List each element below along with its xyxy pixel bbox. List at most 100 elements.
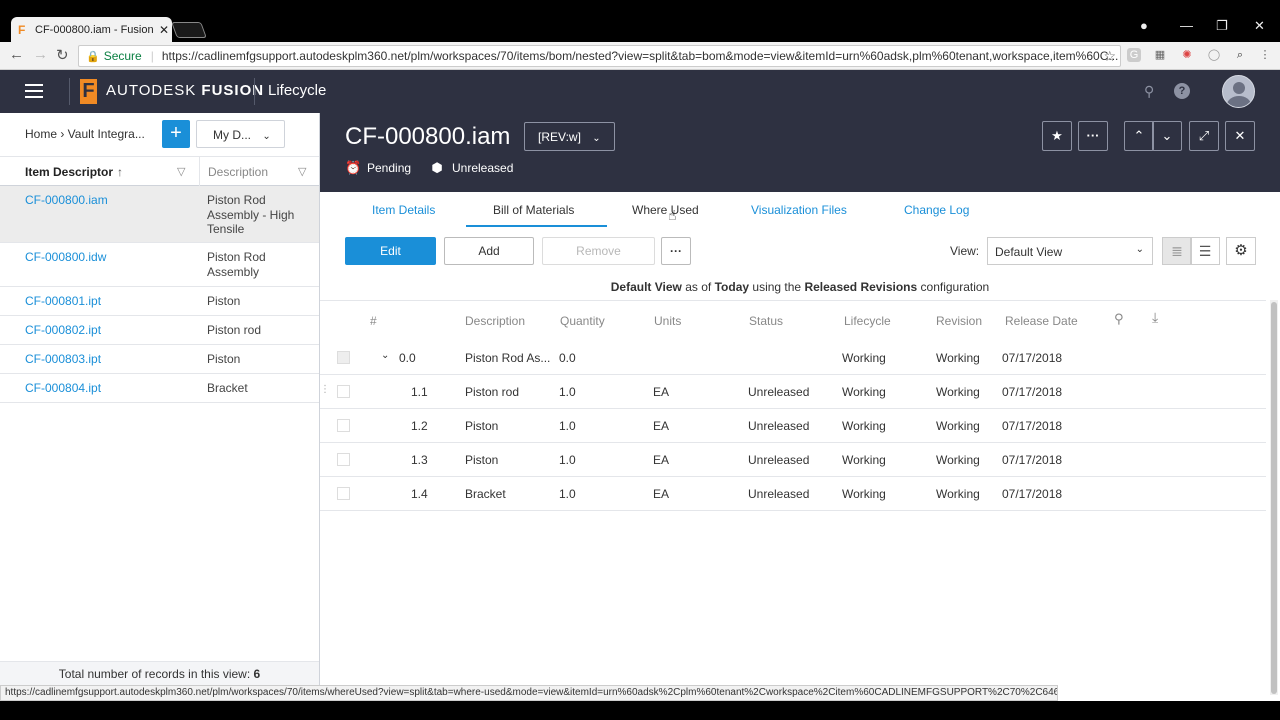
- breadcrumb[interactable]: Home › Vault Integra...: [25, 127, 145, 141]
- column-description[interactable]: Description: [208, 165, 268, 179]
- address-bar[interactable]: 🔒 Secure | https://cadlinemfgsupport.aut…: [78, 45, 1121, 67]
- collapse-chevron-icon[interactable]: ⌄: [381, 350, 389, 361]
- next-item-icon[interactable]: ⌄: [1152, 121, 1182, 151]
- column-release-date[interactable]: Release Date: [1005, 314, 1078, 328]
- bom-release-date: 07/17/2018: [1002, 487, 1063, 501]
- new-tab-button[interactable]: [171, 22, 207, 38]
- gear-icon[interactable]: ⚙: [1226, 237, 1256, 265]
- browser-menu-icon[interactable]: ⋮: [1258, 48, 1272, 62]
- tab-bill-of-materials[interactable]: Bill of Materials: [493, 203, 574, 217]
- row-checkbox[interactable]: [337, 385, 350, 398]
- column-revision[interactable]: Revision: [936, 314, 982, 328]
- list-item[interactable]: CF-000803.ipt Piston: [0, 345, 319, 374]
- grid-scrollbar-thumb[interactable]: [1271, 302, 1277, 694]
- search-icon[interactable]: ⚲: [1144, 83, 1154, 100]
- chevron-down-icon: ⌄: [262, 131, 271, 142]
- restore-icon[interactable]: ❐: [1216, 18, 1228, 34]
- bom-status: Unreleased: [748, 385, 810, 399]
- pin-icon[interactable]: ⚲: [1114, 311, 1124, 327]
- back-icon[interactable]: ←: [9, 46, 24, 63]
- list-item[interactable]: CF-000800.iam Piston Rod Assembly - High…: [0, 186, 319, 243]
- table-row[interactable]: 1.4 Bracket 1.0 EA Unreleased Working Wo…: [320, 477, 1266, 511]
- tab-item-details[interactable]: Item Details: [372, 203, 435, 217]
- bookmark-star-icon[interactable]: ☆: [1103, 48, 1116, 65]
- item-descriptor-link[interactable]: CF-000800.idw: [25, 250, 106, 264]
- revision-dropdown[interactable]: [REV:w] ⌄: [524, 122, 615, 151]
- column-description[interactable]: Description: [465, 314, 525, 328]
- list-item[interactable]: CF-000804.ipt Bracket: [0, 374, 319, 403]
- forward-icon[interactable]: →: [33, 46, 48, 63]
- brand-prefix: AUTODESK: [106, 82, 197, 99]
- list-item[interactable]: CF-000802.ipt Piston rod: [0, 316, 319, 345]
- add-item-button[interactable]: +: [162, 120, 190, 148]
- edit-button[interactable]: Edit: [345, 237, 436, 265]
- table-row[interactable]: 1.2 Piston 1.0 EA Unreleased Working Wor…: [320, 409, 1266, 443]
- extension-g-icon[interactable]: G: [1127, 48, 1141, 62]
- record-count-label: Total number of records in this view:: [58, 667, 251, 681]
- item-description: Piston rod: [207, 323, 262, 337]
- drag-handle-icon[interactable]: ⋮: [320, 384, 330, 395]
- grid-scrollbar[interactable]: [1270, 300, 1278, 695]
- tab-visualization-files[interactable]: Visualization Files: [751, 203, 847, 217]
- column-item-descriptor[interactable]: Item Descriptor ↑: [25, 165, 123, 179]
- release-state-label: Unreleased: [452, 161, 514, 175]
- browser-tab[interactable]: F CF-000800.iam - Fusion L ✕: [11, 17, 172, 42]
- row-checkbox[interactable]: [337, 453, 350, 466]
- item-descriptor-link[interactable]: CF-000800.iam: [25, 193, 108, 207]
- item-descriptor-link[interactable]: CF-000803.ipt: [25, 352, 101, 366]
- column-quantity[interactable]: Quantity: [560, 314, 605, 328]
- previous-item-icon[interactable]: ⌃: [1124, 121, 1154, 151]
- bom-revision: Working: [936, 351, 980, 365]
- row-checkbox[interactable]: [337, 487, 350, 500]
- profile-icon[interactable]: ●: [1140, 18, 1148, 33]
- extension-grid-icon[interactable]: ▦: [1153, 48, 1167, 62]
- list-item[interactable]: CF-000801.ipt Piston: [0, 287, 319, 316]
- reload-icon[interactable]: ↻: [56, 46, 69, 64]
- hamburger-menu-icon[interactable]: [25, 84, 43, 102]
- close-window-icon[interactable]: ✕: [1254, 18, 1265, 34]
- extension-search-icon[interactable]: ⌕: [1233, 48, 1247, 62]
- row-checkbox[interactable]: [337, 351, 350, 364]
- view-select-value: Default View: [995, 245, 1063, 259]
- bom-revision: Working: [936, 419, 980, 433]
- table-row[interactable]: ⋮ 1.1 Piston rod 1.0 EA Unreleased Worki…: [320, 375, 1266, 409]
- user-avatar[interactable]: [1222, 75, 1255, 108]
- minimize-icon[interactable]: —: [1180, 18, 1193, 33]
- extension-circle-icon[interactable]: ◯: [1207, 48, 1221, 62]
- tab-change-log[interactable]: Change Log: [904, 203, 969, 217]
- more-options-icon[interactable]: ···: [1078, 121, 1108, 151]
- extension-color-icon[interactable]: ✺: [1180, 48, 1194, 62]
- list-view-icon[interactable]: ☰: [1190, 237, 1220, 265]
- tab-where-used[interactable]: Where Used: [632, 203, 699, 217]
- column-units[interactable]: Units: [654, 314, 681, 328]
- close-icon[interactable]: ✕: [1225, 121, 1255, 151]
- config-date: Today: [714, 280, 750, 294]
- help-icon[interactable]: ?: [1174, 83, 1190, 99]
- column-number[interactable]: #: [370, 314, 377, 328]
- download-icon[interactable]: ⤓: [1152, 309, 1158, 326]
- bookmark-star-icon[interactable]: ★: [1042, 121, 1072, 151]
- item-descriptor-link[interactable]: CF-000802.ipt: [25, 323, 101, 337]
- column-lifecycle[interactable]: Lifecycle: [844, 314, 891, 328]
- row-checkbox[interactable]: [337, 419, 350, 432]
- bom-grid-header: # Description Quantity Units Status Life…: [320, 301, 1266, 341]
- view-select[interactable]: Default View ⌄: [987, 237, 1153, 265]
- filter-icon[interactable]: ▽: [177, 165, 185, 178]
- compact-view-icon[interactable]: ≣: [1162, 237, 1192, 265]
- more-actions-button[interactable]: ···: [661, 237, 691, 265]
- item-descriptor-link[interactable]: CF-000801.ipt: [25, 294, 101, 308]
- active-tab-indicator: [466, 225, 607, 227]
- view-dropdown[interactable]: My D... ⌄: [196, 120, 285, 148]
- column-status[interactable]: Status: [749, 314, 783, 328]
- item-descriptor-link[interactable]: CF-000804.ipt: [25, 381, 101, 395]
- fullscreen-icon[interactable]: ⤢: [1189, 121, 1219, 151]
- filter-icon[interactable]: ▽: [298, 165, 306, 178]
- list-item[interactable]: CF-000800.idw Piston Rod Assembly: [0, 243, 319, 287]
- table-row[interactable]: ⌄ 0.0 Piston Rod As... 0.0 Working Worki…: [320, 341, 1266, 375]
- table-row[interactable]: 1.3 Piston 1.0 EA Unreleased Working Wor…: [320, 443, 1266, 477]
- bom-release-date: 07/17/2018: [1002, 453, 1063, 467]
- remove-button[interactable]: Remove: [542, 237, 655, 265]
- add-button[interactable]: Add: [444, 237, 534, 265]
- brand-name[interactable]: AUTODESK FUSION: [106, 82, 264, 99]
- close-tab-icon[interactable]: ✕: [156, 23, 172, 37]
